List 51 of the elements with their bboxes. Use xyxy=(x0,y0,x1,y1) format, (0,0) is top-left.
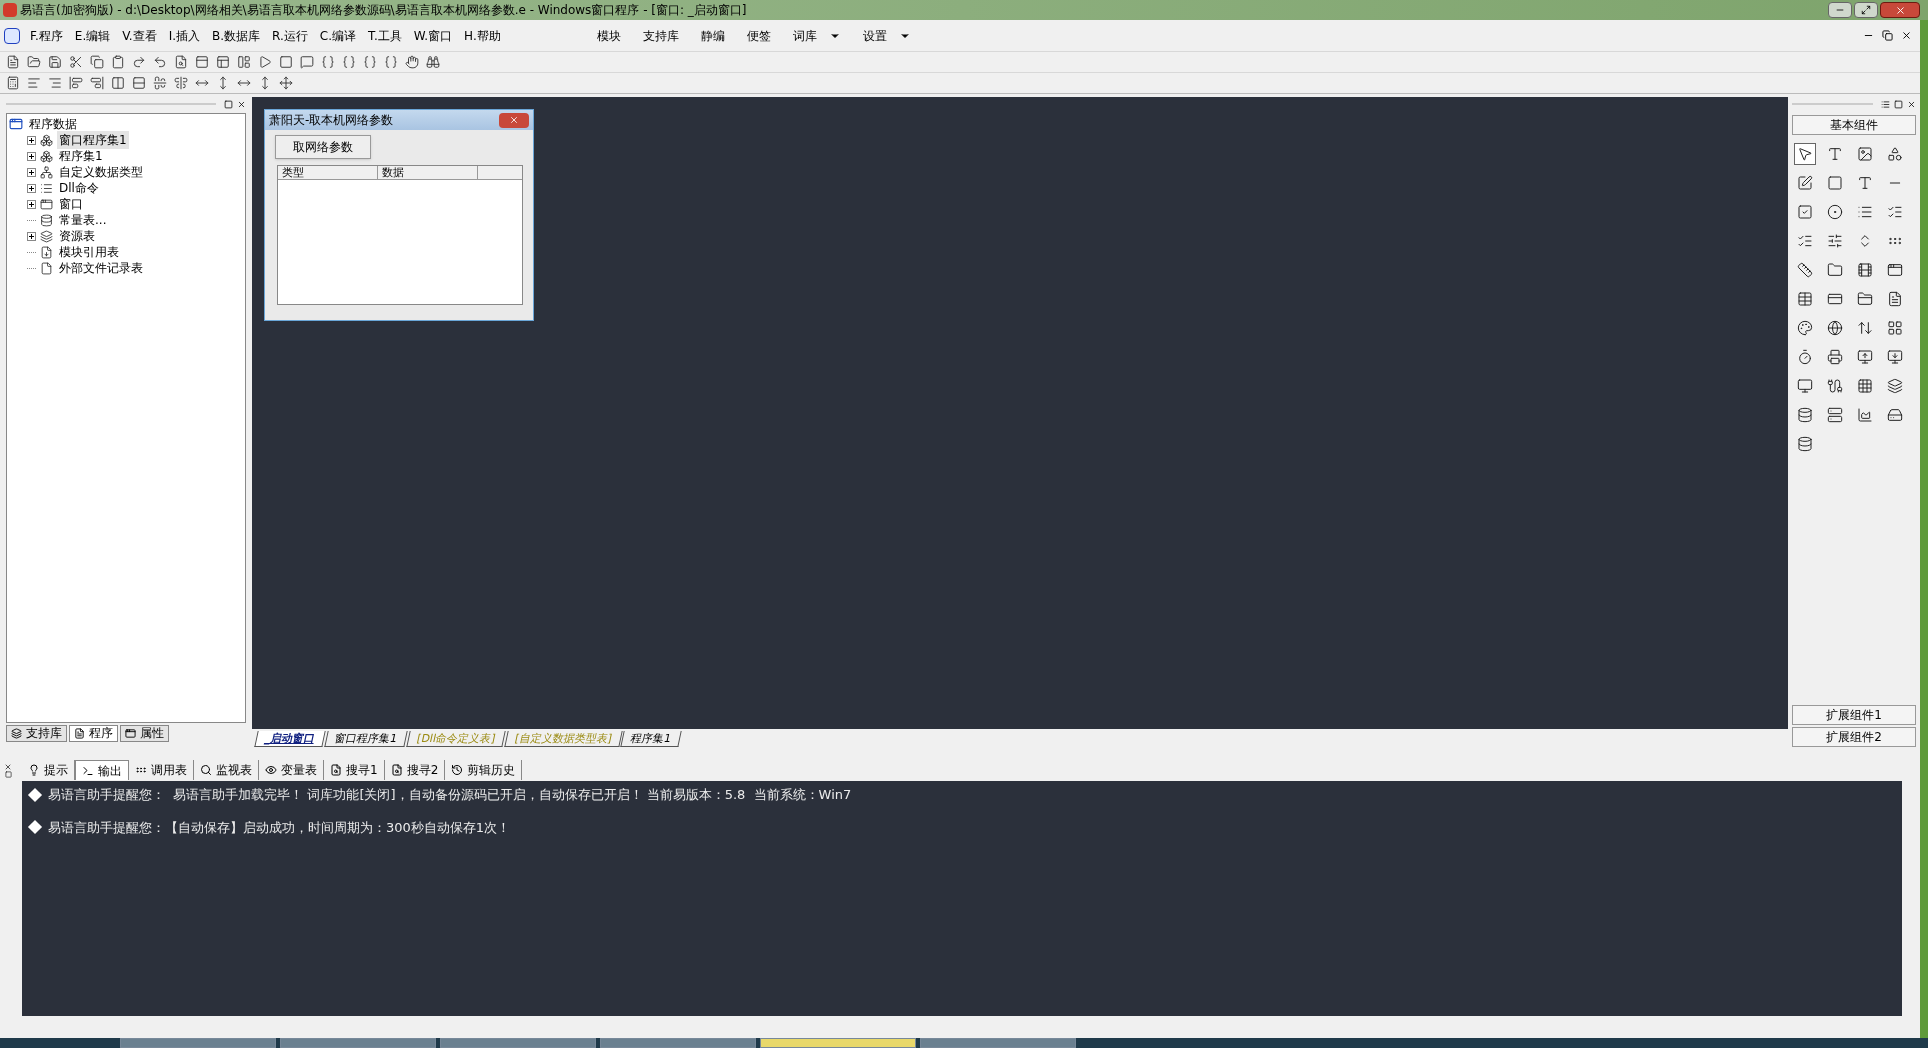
menu-item[interactable]: V.查看 xyxy=(116,26,163,45)
tree-item[interactable]: 自定义数据类型 xyxy=(57,163,145,181)
tree-item[interactable]: 窗口程序集1 xyxy=(57,131,129,149)
extension-button[interactable]: 扩展组件1 xyxy=(1792,705,1916,725)
menu-item[interactable]: W.窗口 xyxy=(407,26,459,45)
output-tab[interactable]: 变量表 xyxy=(259,760,324,780)
menu-item[interactable]: R.运行 xyxy=(266,26,314,45)
form-window[interactable]: 萧阳天-取本机网络参数 取网络参数 类型 数据 xyxy=(264,109,534,321)
tree-item[interactable]: 外部文件记录表 xyxy=(57,259,145,277)
document-tab[interactable]: _启动窗口 xyxy=(254,731,326,747)
menu-item[interactable]: 词库 xyxy=(792,26,817,45)
output-tab[interactable]: 搜寻2 xyxy=(384,760,446,780)
tree-item[interactable]: 资源表 xyxy=(57,227,97,245)
tree-item[interactable]: 程序数据 xyxy=(27,115,79,133)
extension-button[interactable]: 扩展组件2 xyxy=(1792,727,1916,747)
panel-tab[interactable]: 支持库 xyxy=(6,724,67,742)
output-line: 易语言助手提醒您： 易语言助手加载完毕！ 词库功能[关闭]，自动备份源码已开启，自动保存已开启！ 当前易版本：5.8 当前系统：Win7 xyxy=(48,786,852,804)
menu-item[interactable]: B.数据库 xyxy=(206,26,267,45)
tree-item[interactable]: 窗口 xyxy=(57,195,85,213)
document-tab[interactable]: 程序集1 xyxy=(620,731,682,747)
output-tab[interactable]: 剪辑历史 xyxy=(445,760,523,780)
menu-item[interactable]: H.帮助 xyxy=(458,26,507,45)
menu-item[interactable]: 静编 xyxy=(700,26,725,45)
menu-item[interactable]: T.工具 xyxy=(362,26,408,45)
menu-item[interactable]: F.程序 xyxy=(24,26,69,45)
menu-item[interactable]: 模块 xyxy=(596,26,621,45)
menu-item[interactable]: E.编辑 xyxy=(68,26,117,45)
menu-item[interactable]: 设置 xyxy=(862,26,887,45)
panel-tab[interactable]: 程序 xyxy=(69,724,118,742)
menu-item[interactable]: 支持库 xyxy=(642,26,679,45)
menu-item[interactable]: 便签 xyxy=(746,26,771,45)
form-title: 萧阳天-取本机网络参数 xyxy=(269,112,394,129)
panel-tab[interactable]: 属性 xyxy=(120,724,169,742)
output-tab[interactable]: 输出 xyxy=(75,760,129,780)
toolbox-title[interactable]: 基本组件 xyxy=(1792,115,1916,135)
output-tab[interactable]: 搜寻1 xyxy=(324,760,385,780)
output-tab[interactable]: 调用表 xyxy=(129,760,194,780)
tree-item[interactable]: Dll命令 xyxy=(57,179,101,197)
menu-item[interactable]: I.插入 xyxy=(162,26,207,45)
tree-item[interactable]: 程序集1 xyxy=(57,147,105,165)
window-title: 易语言(加密狗版) - d:\Desktop\网络相关\易语言取本机网络参数源码\易语言取本机网络参数.e - Windows窗口程序 - [窗口: _启动窗口] xyxy=(20,2,747,19)
column-header[interactable]: 类型 xyxy=(278,166,378,180)
tree-item[interactable]: 模块引用表 xyxy=(57,243,121,261)
column-header[interactable]: 数据 xyxy=(378,166,478,180)
form-button[interactable]: 取网络参数 xyxy=(275,135,371,159)
document-tab[interactable]: 窗口程序集1 xyxy=(323,731,408,747)
list-view[interactable]: 类型 数据 xyxy=(277,165,523,305)
tree-item[interactable]: 常量表... xyxy=(57,211,109,229)
output-line: 易语言助手提醒您：【自动保存】启动成功，时间周期为：300秒自动保存1次！ xyxy=(48,818,511,837)
menu-item[interactable]: C.编译 xyxy=(313,26,363,45)
output-tab[interactable]: 监视表 xyxy=(194,760,259,780)
